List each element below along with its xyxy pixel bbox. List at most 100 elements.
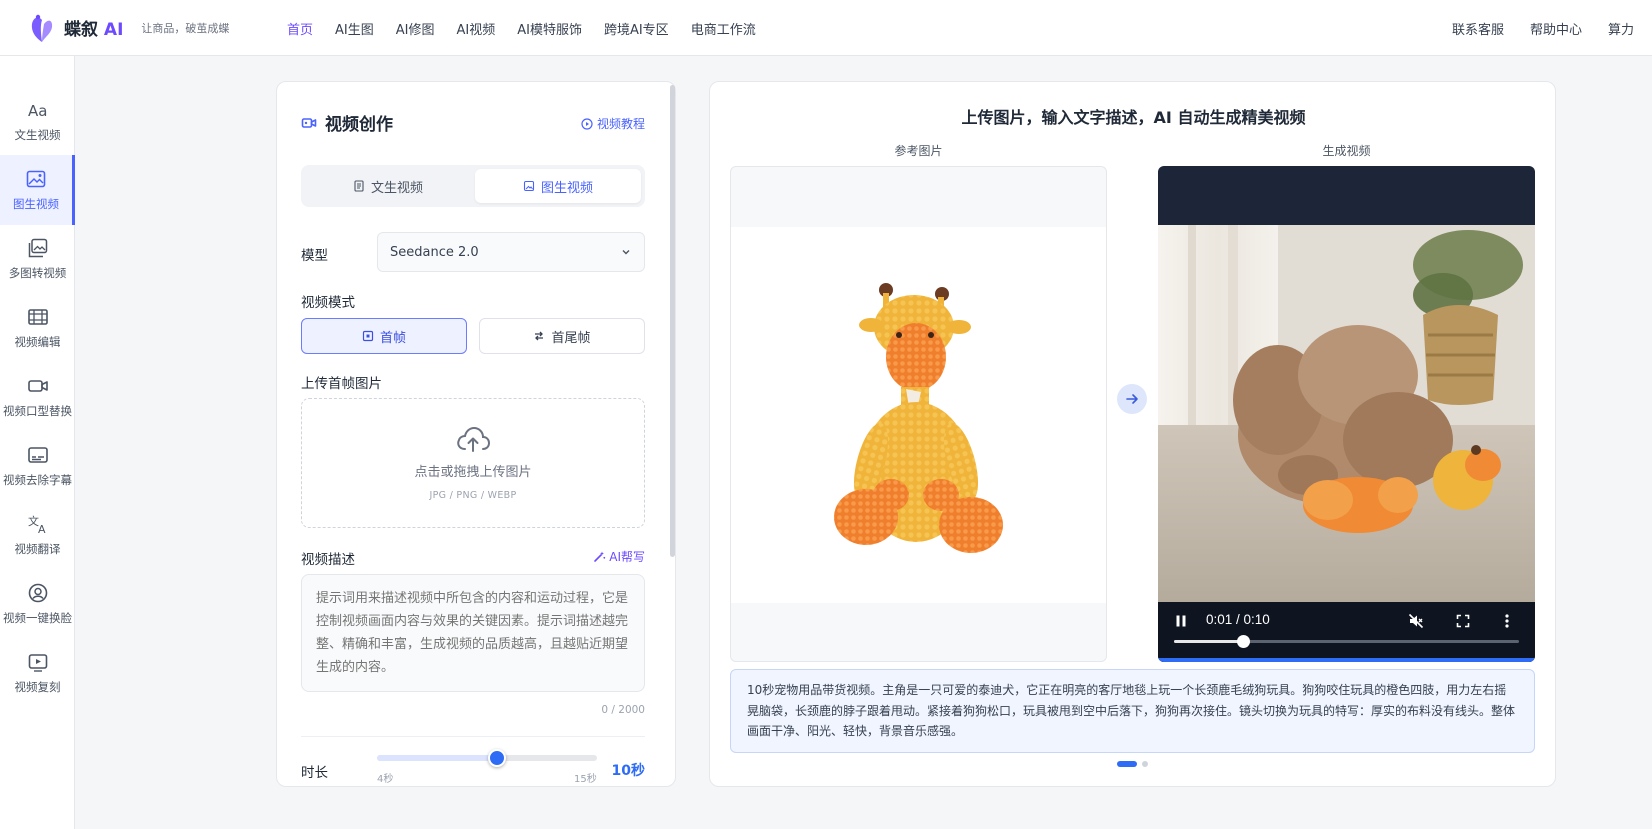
upload-label: 上传首帧图片 xyxy=(301,376,382,392)
nav-item[interactable]: 首页 xyxy=(287,19,313,38)
image-icon xyxy=(523,180,535,192)
document-icon xyxy=(354,180,364,192)
nav-item[interactable]: AI视频 xyxy=(456,19,495,38)
sidebar: Aa 文生视频图生视频多图转视频视频编辑视频口型替换视频去除字幕文 A 视频翻译视频一… xyxy=(0,56,75,829)
divider xyxy=(301,736,645,737)
reference-label: 参考图片 xyxy=(894,144,943,158)
model-select[interactable]: Seedance 2.0 xyxy=(377,232,645,272)
cloud-upload-icon xyxy=(457,426,491,452)
showcase-card: 上传图片，输入文字描述，AI 自动生成精美视频 参考图片 生成视频 0:01 /… xyxy=(709,81,1556,787)
carousel-dot[interactable] xyxy=(1117,761,1137,767)
description-label: 视频描述 xyxy=(301,552,355,568)
video-camera-icon xyxy=(301,117,317,128)
video-play-icon xyxy=(28,654,47,672)
subtitle-icon xyxy=(27,447,48,463)
first-frame-button[interactable]: 首帧 xyxy=(301,318,467,354)
mode-label-text: 首尾帧 xyxy=(551,330,591,346)
duration-slider[interactable] xyxy=(377,749,597,767)
tab-label: 图生视频 xyxy=(540,180,593,196)
giraffe-toy-image xyxy=(834,283,1003,553)
sidebar-item-label: 图生视频 xyxy=(13,197,59,211)
sidebar-item[interactable]: 视频一键换脸 xyxy=(0,569,75,639)
swap-icon xyxy=(535,331,544,341)
muted-icon[interactable] xyxy=(1408,613,1424,629)
description-input[interactable] xyxy=(301,574,645,692)
sidebar-item-label: 视频编辑 xyxy=(14,335,61,349)
sidebar-item[interactable]: Aa 文生视频 xyxy=(0,86,75,156)
face-swap-icon xyxy=(28,583,47,603)
nav-item[interactable]: 跨境AI专区 xyxy=(604,19,669,38)
nav-right-item[interactable]: 联系客服 xyxy=(1452,19,1504,38)
duration-value: 10秒 xyxy=(611,763,645,779)
ai-write-button[interactable]: AI帮写 xyxy=(593,548,645,565)
upload-text: 点击或拖拽上传图片 xyxy=(414,465,532,480)
nav-item[interactable]: AI修图 xyxy=(396,19,435,38)
char-counter: 0 / 2000 xyxy=(601,704,645,716)
carousel-dot[interactable] xyxy=(1142,761,1148,767)
image-icon xyxy=(26,170,46,188)
progress-fill xyxy=(1174,640,1243,643)
chevron-down-icon xyxy=(622,250,630,255)
carousel-dots xyxy=(1117,761,1153,767)
arrow-right-button[interactable] xyxy=(1117,384,1147,414)
model-value: Seedance 2.0 xyxy=(390,244,479,260)
upload-dropzone[interactable]: 点击或拖拽上传图片 JPG / PNG / WEBP xyxy=(301,398,645,528)
panel-title-text: 视频创作 xyxy=(325,115,393,135)
reference-image xyxy=(730,166,1107,662)
duration-min: 4秒 xyxy=(377,774,394,785)
mode-tabs: 文生视频 图生视频 xyxy=(301,165,645,207)
generated-label: 生成视频 xyxy=(1322,144,1371,158)
nav-item[interactable]: 电商工作流 xyxy=(691,19,756,38)
example-description: 10秒宠物用品带货视频。主角是一只可爱的泰迪犬，它正在明亮的客厅地毯上玩一个长颈… xyxy=(730,669,1535,753)
brand-name: 蝶叙 xyxy=(64,20,98,40)
nav-right: 联系客服 帮助中心 算力 xyxy=(1452,0,1652,56)
logo[interactable]: 蝶叙 AI 让商品，破茧成蝶 xyxy=(28,12,229,44)
first-last-frame-button[interactable]: 首尾帧 xyxy=(479,318,645,354)
video-bottom-bar xyxy=(1158,658,1535,662)
sidebar-item-label: 视频翻译 xyxy=(14,542,61,556)
sidebar-item[interactable]: 视频去除字幕 xyxy=(0,431,75,501)
brand-ai: AI xyxy=(103,20,124,40)
pause-icon[interactable] xyxy=(1174,614,1188,628)
more-vertical-icon[interactable] xyxy=(1504,613,1510,629)
brand-slogan: 让商品，破茧成蝶 xyxy=(141,21,230,35)
nav-right-item[interactable]: 帮助中心 xyxy=(1530,19,1582,38)
video-controls: 0:01 / 0:10 xyxy=(1158,602,1535,662)
sidebar-item[interactable]: 文 A 视频翻译 xyxy=(0,500,75,570)
translate-icon: 文A xyxy=(28,514,46,535)
generated-video-player[interactable]: 0:01 / 0:10 xyxy=(1158,166,1535,662)
film-icon xyxy=(27,309,48,325)
sidebar-item-label: 视频口型替换 xyxy=(3,404,72,418)
sidebar-item[interactable]: 视频编辑 xyxy=(0,293,75,363)
slider-thumb[interactable] xyxy=(488,749,506,767)
svg-text:Aa: Aa xyxy=(28,102,47,120)
sidebar-item[interactable]: 多图转视频 xyxy=(0,224,75,294)
nav-item[interactable]: AI生图 xyxy=(335,19,374,38)
arrow-right-icon xyxy=(1126,394,1138,404)
sidebar-item[interactable]: 视频复刻 xyxy=(0,638,75,708)
butterfly-logo-icon xyxy=(31,14,53,42)
showcase-title: 上传图片，输入文字描述，AI 自动生成精美视频 xyxy=(961,108,1306,127)
panel-scrollbar[interactable] xyxy=(670,85,675,557)
play-circle-icon xyxy=(581,117,593,130)
mode-label-text: 首帧 xyxy=(379,330,406,346)
tutorial-link[interactable]: 视频教程 xyxy=(581,115,645,132)
sidebar-item[interactable]: 视频口型替换 xyxy=(0,362,75,432)
sidebar-item-label: 多图转视频 xyxy=(8,266,67,280)
video-progress[interactable] xyxy=(1174,635,1519,648)
video-still-dog-image xyxy=(1158,225,1535,602)
tab-text-to-video[interactable]: 文生视频 xyxy=(305,169,471,203)
tab-image-to-video[interactable]: 图生视频 xyxy=(475,169,641,203)
nav-right-item[interactable]: 算力 xyxy=(1608,19,1634,38)
ai-write-label: AI帮写 xyxy=(609,550,645,564)
tab-label: 文生视频 xyxy=(370,180,423,196)
progress-thumb[interactable] xyxy=(1237,635,1250,648)
nav-item[interactable]: AI模特服饰 xyxy=(517,19,582,38)
slider-fill xyxy=(377,755,497,761)
sidebar-item[interactable]: 图生视频 xyxy=(0,155,75,225)
video-camera-icon xyxy=(27,380,48,392)
creation-panel: 视频创作 视频教程 文生视频 图生视频 模型 Seedance 2.0 视频模式… xyxy=(276,81,676,787)
upload-hint: JPG / PNG / WEBP xyxy=(429,490,517,501)
fullscreen-icon[interactable] xyxy=(1456,614,1470,628)
video-frame xyxy=(1158,225,1535,602)
